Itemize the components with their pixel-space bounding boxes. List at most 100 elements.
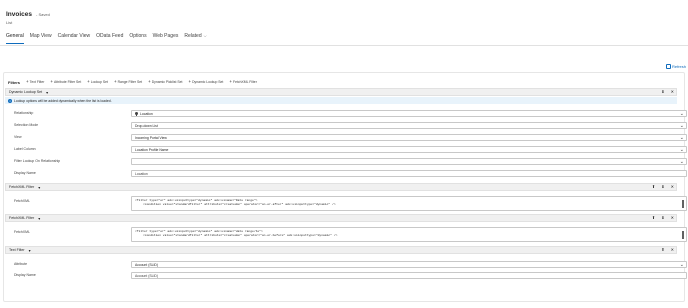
chevron-down-icon: ⌄	[679, 158, 684, 165]
tab-web-pages[interactable]: Web Pages	[153, 33, 179, 42]
refresh-icon	[665, 64, 671, 69]
field-label: Relationship	[14, 111, 34, 115]
close-icon[interactable]: ✕	[671, 185, 674, 189]
attribute-select[interactable]: Account (SLID) ⌄	[131, 261, 687, 268]
field-label: View	[14, 135, 22, 139]
field-value: Location Profile Name	[135, 147, 169, 152]
entity-type-label: List	[6, 20, 13, 25]
field-value: Location	[140, 111, 153, 116]
chevron-down-icon: ⌄	[679, 110, 684, 117]
field-value: Account (SLID)	[135, 273, 158, 278]
filters-toolbar: Filters + Text Filter + Attribute Filter S…	[8, 77, 257, 87]
resize-handle-icon[interactable]	[682, 200, 684, 208]
info-icon: i	[8, 98, 12, 103]
fetchxml-textarea[interactable]: <filter type="or" adx:uiinputtype="dynam…	[131, 196, 687, 211]
dynamic-lookup-set-header: Dynamic Lookup Set ▾ ⬇ ✕	[5, 88, 677, 96]
section-title: Dynamic Lookup Set	[9, 90, 43, 94]
fetchxml-row: FetchXML	[14, 199, 130, 203]
form-header: Invoices - Saved List General Map View C…	[0, 0, 688, 46]
display-name-input[interactable]: Account (SLID)	[131, 272, 687, 279]
field-value: Location	[135, 171, 148, 176]
section-actions: ⬇ ✕	[661, 89, 674, 95]
tab-map-view[interactable]: Map View	[30, 33, 52, 42]
field-label: Display Name	[14, 273, 36, 277]
label-column-row: Label Column	[14, 147, 130, 151]
filters-label: Filters	[8, 79, 21, 85]
field-label: FetchXML	[14, 199, 30, 203]
view-select[interactable]: Incoming Portal View ⌄	[131, 134, 687, 141]
display-name-input[interactable]: Location	[131, 170, 687, 177]
fetchxml-line: <condition value="standardfilter" attrib…	[143, 234, 338, 237]
arrow-up-icon[interactable]: ⬆	[652, 216, 655, 220]
field-label: Filter Lookup On Relationship	[14, 159, 61, 163]
filter-lookup-row: Filter Lookup On Relationship	[14, 159, 130, 163]
chevron-down-icon: ⌄	[679, 122, 684, 129]
selection-mode-select[interactable]: Drop-down List ⌄	[131, 122, 687, 129]
add-range-filter-set-button[interactable]: + Range Filter Set	[113, 78, 143, 85]
attribute-row: Attribute	[14, 262, 130, 266]
field-label: Attribute	[14, 262, 28, 266]
plus-icon: +	[113, 78, 117, 84]
field-label: Display Name	[14, 171, 36, 175]
add-lookup-set-button[interactable]: + Lookup Set	[87, 78, 108, 85]
caret-down-icon[interactable]: ▾	[38, 216, 40, 221]
close-icon[interactable]: ✕	[671, 216, 674, 220]
field-label: Selection Mode	[14, 123, 39, 127]
arrow-down-icon[interactable]: ⬇	[661, 216, 664, 220]
tab-odata-feed[interactable]: OData Feed	[96, 33, 123, 42]
plus-icon: +	[26, 78, 29, 84]
close-icon[interactable]: ✕	[671, 90, 674, 94]
tab-calendar-view[interactable]: Calendar View	[58, 33, 90, 42]
close-icon[interactable]: ✕	[671, 248, 674, 252]
resize-handle-icon[interactable]	[682, 231, 684, 239]
arrow-down-icon[interactable]: ⬇	[661, 185, 664, 189]
arrow-up-icon[interactable]: ⬆	[661, 248, 664, 252]
pin-icon	[135, 111, 138, 116]
chevron-down-icon: ⌄	[679, 146, 684, 153]
caret-down-icon[interactable]: ▾	[29, 248, 31, 253]
field-label: Label Column	[14, 147, 36, 151]
fetchxml-filter-header: FetchXML Filter ▾ ⬆ ⬇ ✕	[5, 183, 677, 191]
info-text: Lookup options will be added dynamically…	[14, 98, 112, 103]
caret-down-icon[interactable]: ▾	[38, 185, 40, 190]
fetchxml-line: <condition value="standardfilter" attrib…	[143, 203, 336, 206]
field-value: Incoming Portal View	[135, 135, 167, 140]
section-actions: ⬆ ⬇ ✕	[652, 215, 674, 221]
arrow-down-icon[interactable]: ⬇	[661, 90, 664, 94]
caret-down-icon[interactable]: ▾	[46, 90, 48, 95]
add-dynamic-lookup-set-label: Dynamic Lookup Set	[192, 80, 224, 84]
fetchxml-row: FetchXML	[14, 230, 130, 234]
fetchxml-textarea[interactable]: <filter type="or" adx:uiinputtype="dynam…	[131, 227, 687, 242]
label-column-select[interactable]: Location Profile Name ⌄	[131, 146, 687, 153]
plus-icon: +	[87, 78, 90, 84]
add-dynamic-picklist-set-button[interactable]: + Dynamic Picklist Set	[148, 79, 183, 85]
plus-icon: +	[50, 78, 53, 84]
fetchxml-filter-header: FetchXML Filter ▾ ⬆ ⬇ ✕	[5, 214, 677, 222]
add-fetchxml-filter-button[interactable]: + FetchXML Filter	[229, 79, 257, 85]
add-attribute-filter-set-button[interactable]: + Attribute Filter Set	[50, 78, 82, 85]
plus-icon: +	[188, 78, 192, 84]
refresh-label: Refresh	[671, 64, 686, 69]
add-attribute-filter-set-label: Attribute Filter Set	[54, 80, 82, 84]
field-value: Drop-down List	[135, 123, 158, 128]
arrow-up-icon[interactable]: ⬆	[652, 185, 655, 189]
display-name-row: Display Name	[14, 171, 130, 175]
tab-related-label: Related	[184, 33, 202, 39]
field-label: FetchXML	[14, 230, 30, 234]
add-lookup-set-label: Lookup Set	[90, 80, 108, 84]
refresh-button[interactable]: Refresh	[665, 64, 686, 69]
add-text-filter-button[interactable]: + Text Filter	[26, 78, 44, 85]
relationship-select[interactable]: Location ⌄	[131, 110, 687, 117]
tab-related[interactable]: Related ⌵	[184, 33, 206, 42]
add-range-filter-set-label: Range Filter Set	[117, 80, 143, 84]
tab-options[interactable]: Options	[129, 33, 146, 42]
tab-general[interactable]: General	[6, 33, 24, 44]
filter-lookup-select[interactable]: ⌄	[131, 158, 687, 165]
add-dynamic-lookup-set-button[interactable]: + Dynamic Lookup Set	[188, 78, 224, 85]
section-actions: ⬆ ✕	[661, 247, 674, 253]
add-dynamic-picklist-set-label: Dynamic Picklist Set	[151, 80, 183, 84]
chevron-down-icon: ⌄	[679, 134, 684, 141]
selection-mode-row: Selection Mode	[14, 123, 130, 127]
relationship-row: Relationship	[14, 111, 130, 115]
add-fetchxml-filter-label: FetchXML Filter	[233, 80, 257, 84]
